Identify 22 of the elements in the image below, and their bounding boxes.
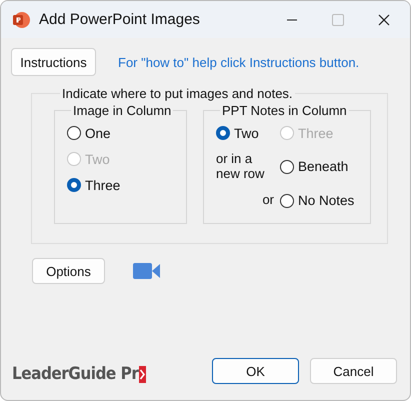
radio-option[interactable]: One xyxy=(67,124,178,142)
radio-option[interactable]: Two xyxy=(216,124,280,142)
dialog-button[interactable]: Cancel xyxy=(310,358,397,384)
app-icon xyxy=(12,10,30,28)
close-icon[interactable] xyxy=(378,14,390,26)
window-title: Add PowerPoint Images xyxy=(39,11,201,28)
or-label: or xyxy=(261,193,275,208)
radio-option[interactable]: Three xyxy=(67,176,178,194)
radio-option[interactable]: Beneath xyxy=(280,158,362,176)
chevron-logo-icon xyxy=(139,366,146,382)
group-legend: Image in Column xyxy=(71,103,174,118)
help-text: For "how to" help click Instructions button. xyxy=(118,54,360,70)
video-camera-icon[interactable] xyxy=(133,262,161,280)
options-button[interactable]: Options xyxy=(32,258,105,284)
group-legend: PPT Notes in Column xyxy=(220,103,349,118)
group-legend: Indicate where to put images and notes. xyxy=(60,86,295,101)
or-label: or in a new row xyxy=(216,152,266,182)
logo-text: LeaderGuide Pr xyxy=(12,364,138,384)
maximize-icon xyxy=(332,14,344,26)
instructions-button[interactable]: Instructions xyxy=(11,48,96,76)
dialog-button[interactable]: OK xyxy=(212,358,299,384)
radio-option[interactable]: No Notes xyxy=(280,192,362,210)
